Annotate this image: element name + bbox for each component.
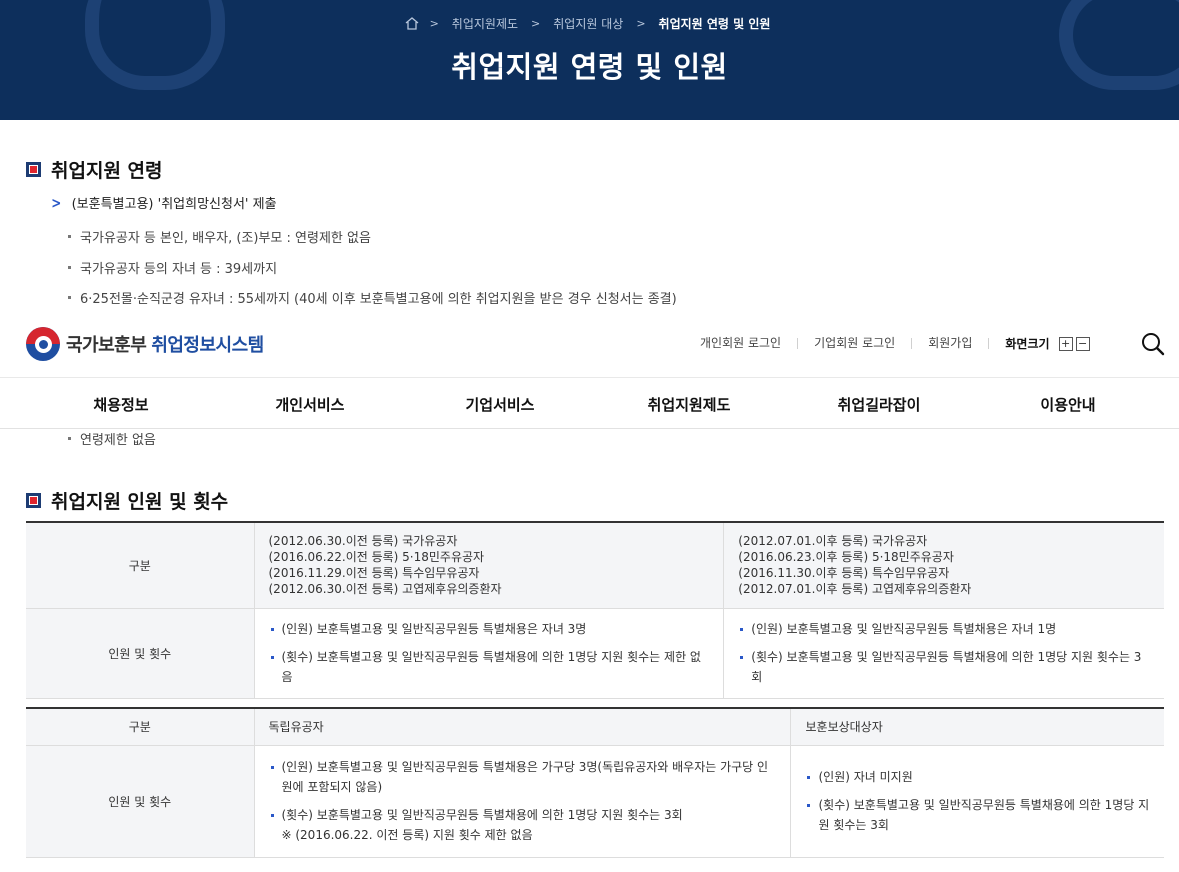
breadcrumb: > 취업지원제도 > 취업지원 대상 > 취업지원 연령 및 인원 <box>0 15 1179 32</box>
table-header-cell: 보훈보상대상자 <box>790 708 1164 746</box>
main-navigation: 채용정보 개인서비스 기업서비스 취업지원제도 취업길라잡이 이용안내 <box>0 379 1179 429</box>
breadcrumb-item[interactable]: 취업지원 대상 <box>553 15 623 32</box>
table-row: 구분 독립유공자 보훈보상대상자 <box>26 708 1164 746</box>
table-cell: (2012.06.30.이전 등록) 국가유공자 (2016.06.22.이전 … <box>254 522 725 609</box>
cell-line: (2012.07.01.이후 등록) 고엽제후유의증환자 <box>738 582 972 597</box>
table-row-label: 인원 및 횟수 <box>26 608 255 699</box>
search-icon[interactable] <box>1141 332 1165 356</box>
signup-link[interactable]: 회원가입 <box>912 337 990 349</box>
bullet-item: 국가유공자 등 본인, 배우자, (조)부모 : 연령제한 없음 <box>68 227 371 246</box>
cell-line: (2016.11.30.이후 등록) 특수임무유공자 <box>738 566 950 581</box>
chevron-right-icon: > <box>531 17 541 30</box>
chevron-right-icon: > <box>429 17 439 30</box>
nav-item-company[interactable]: 기업서비스 <box>420 394 580 415</box>
site-header: 국가보훈부 취업정보시스템 개인회원 로그인 기업회원 로그인 회원가입 화면크… <box>0 310 1179 429</box>
table-row-label: 인원 및 횟수 <box>26 745 255 858</box>
list-item: (인원) 보훈특별고용 및 일반직공무원등 특별채용은 자녀 1명 <box>738 619 1150 639</box>
section-heading-count: 취업지원 인원 및 횟수 <box>26 487 228 514</box>
cell-line: (2016.06.22.이전 등록) 5·18민주유공자 <box>268 550 485 565</box>
section-title: 취업지원 연령 <box>51 160 163 182</box>
list-item: (인원) 보훈특별고용 및 일반직공무원등 특별채용은 가구당 3명(독립유공자… <box>269 757 777 797</box>
list-item: (인원) 보훈특별고용 및 일반직공무원등 특별채용은 자녀 3명 <box>269 619 710 639</box>
chevron-right-icon: > <box>51 193 62 212</box>
cell-line: (2012.06.30.이전 등록) 고엽제후유의증환자 <box>268 582 502 597</box>
table-cell: (인원) 보훈특별고용 및 일반직공무원등 특별채용은 가구당 3명(독립유공자… <box>254 745 792 858</box>
section-title: 취업지원 인원 및 횟수 <box>51 491 229 513</box>
breadcrumb-item[interactable]: 취업지원제도 <box>452 15 518 32</box>
table-row: 구분 (2012.06.30.이전 등록) 국가유공자 (2016.06.22.… <box>26 522 1164 609</box>
nav-item-guide[interactable]: 취업길라잡이 <box>799 394 959 415</box>
table-row: 인원 및 횟수 (인원) 보훈특별고용 및 일반직공무원등 특별채용은 가구당 … <box>26 745 1164 858</box>
list-item: (횟수) 보훈특별고용 및 일반직공무원등 특별채용에 의한 1명당 지원 횟수… <box>738 647 1150 687</box>
table-cell: (인원) 보훈특별고용 및 일반직공무원등 특별채용은 자녀 3명 (횟수) 보… <box>254 608 725 699</box>
table-cell: (인원) 보훈특별고용 및 일반직공무원등 특별채용은 자녀 1명 (횟수) 보… <box>723 608 1164 699</box>
site-logo[interactable]: 국가보훈부 취업정보시스템 <box>26 327 264 361</box>
list-item: (횟수) 보훈특별고용 및 일반직공무원등 특별채용에 의한 1명당 지원 횟수… <box>269 647 710 687</box>
list-item: (횟수) 보훈특별고용 및 일반직공무원등 특별채용에 의한 1명당 지원 횟수… <box>805 795 1150 835</box>
arrow-item-text: (보훈특별고용) '취업희망신청서' 제출 <box>71 197 277 212</box>
arrow-list-item: > (보훈특별고용) '취업희망신청서' 제출 <box>50 193 277 213</box>
note-text: ※ (2016.06.22. 이전 등록) 지원 횟수 제한 없음 <box>281 828 533 842</box>
nav-item-support[interactable]: 취업지원제도 <box>609 394 769 415</box>
list-item: (인원) 자녀 미지원 <box>805 767 1150 787</box>
bullet-item: 6·25전몰·순직군경 유자녀 : 55세까지 (40세 이후 보훈특별고용에 … <box>68 288 677 307</box>
cell-line: (2016.06.23.이후 등록) 5·18민주유공자 <box>738 550 954 565</box>
utility-menu: 개인회원 로그인 기업회원 로그인 회원가입 화면크기 + − <box>700 335 1090 352</box>
table-header-cell: 구분 <box>26 708 255 746</box>
cell-line: (2016.11.29.이전 등록) 특수임무유공자 <box>268 566 480 581</box>
logo-system-name: 취업정보시스템 <box>151 335 264 356</box>
company-login-link[interactable]: 기업회원 로그인 <box>798 337 913 349</box>
nav-item-info[interactable]: 이용안내 <box>988 394 1148 415</box>
font-size-label: 화면크기 <box>1005 337 1050 351</box>
logo-org-name: 국가보훈부 <box>66 335 147 356</box>
section-square-icon <box>26 493 41 508</box>
cell-line: (2012.07.01.이후 등록) 국가유공자 <box>738 534 928 549</box>
personal-login-link[interactable]: 개인회원 로그인 <box>700 337 799 349</box>
table-cell: (2012.07.01.이후 등록) 국가유공자 (2016.06.23.이후 … <box>723 522 1164 609</box>
table-header-cell: 독립유공자 <box>254 708 792 746</box>
list-item: (횟수) 보훈특별고용 및 일반직공무원등 특별채용에 의한 1명당 지원 횟수… <box>269 805 777 825</box>
home-icon[interactable] <box>405 17 419 30</box>
section-heading-age: 취업지원 연령 <box>26 156 163 183</box>
emblem-icon <box>26 327 60 361</box>
bullet-item: 국가유공자 등의 자녀 등 : 39세까지 <box>68 258 277 277</box>
page-hero-banner: > 취업지원제도 > 취업지원 대상 > 취업지원 연령 및 인원 취업지원 연… <box>0 0 1179 120</box>
table-header-cell: 구분 <box>26 522 255 609</box>
table-row: 인원 및 횟수 (인원) 보훈특별고용 및 일반직공무원등 특별채용은 자녀 3… <box>26 608 1164 699</box>
cell-line: (2012.06.30.이전 등록) 국가유공자 <box>268 534 458 549</box>
font-decrease-button[interactable]: − <box>1075 336 1090 351</box>
header-top-bar: 국가보훈부 취업정보시스템 개인회원 로그인 기업회원 로그인 회원가입 화면크… <box>0 310 1179 378</box>
table-cell: (인원) 자녀 미지원 (횟수) 보훈특별고용 및 일반직공무원등 특별채용에 … <box>790 745 1164 858</box>
page-title: 취업지원 연령 및 인원 <box>451 50 728 84</box>
bullet-item: 연령제한 없음 <box>68 429 156 448</box>
nav-item-personal[interactable]: 개인서비스 <box>230 394 390 415</box>
section-square-icon <box>26 162 41 177</box>
chevron-right-icon: > <box>636 17 646 30</box>
support-count-table-2: 구분 독립유공자 보훈보상대상자 인원 및 횟수 (인원) 보훈특별고용 및 일… <box>26 707 1164 858</box>
font-increase-button[interactable]: + <box>1058 336 1073 351</box>
support-count-table-1: 구분 (2012.06.30.이전 등록) 국가유공자 (2016.06.22.… <box>26 521 1164 699</box>
nav-item-jobs[interactable]: 채용정보 <box>41 394 201 415</box>
breadcrumb-current: 취업지원 연령 및 인원 <box>658 17 771 31</box>
